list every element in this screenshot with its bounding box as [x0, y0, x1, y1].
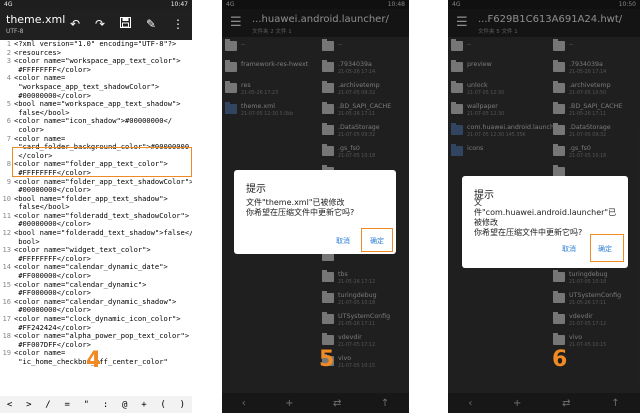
file-manager-screen-1: 4G 10:48 ☰ ...huawei.android.launcher/ 文…: [222, 0, 409, 413]
redo-icon[interactable]: ↷: [95, 17, 105, 31]
symbol-key[interactable]: ": [84, 400, 89, 410]
file-title: theme.xml: [6, 13, 66, 26]
highlight-box: [361, 228, 393, 252]
line-number: 19: [2, 348, 11, 358]
line-number: 9: [6, 176, 11, 186]
clock: 10:47: [170, 1, 188, 8]
dialog-title: 提示: [246, 184, 266, 195]
undo-icon[interactable]: ↶: [70, 17, 80, 31]
symbol-key[interactable]: :: [103, 400, 108, 410]
update-dialog: 提示 文件"theme.xml"已被修改 你希望在压缩文件中更新它吗? 取消 确…: [234, 170, 396, 254]
dialog-message-line: 文: [474, 198, 482, 207]
line-number: 10: [2, 193, 11, 203]
line-number: 12: [2, 228, 11, 238]
highlight-box: [12, 147, 192, 177]
line-number: 8: [6, 159, 11, 169]
dialog-message: 文 件"com.huawei.android.launcher"已 被修改 你希…: [474, 188, 616, 238]
dialog-message: 文件"theme.xml"已被修改 你希望在压缩文件中更新它吗?: [246, 198, 354, 218]
symbol-key[interactable]: /: [45, 400, 50, 410]
line-number: 18: [2, 331, 11, 341]
step-number: 4: [86, 348, 102, 373]
more-icon[interactable]: ⋮: [172, 17, 184, 31]
signal-indicator: 4G: [4, 1, 13, 8]
symbol-key[interactable]: ): [180, 400, 185, 410]
dialog-message-line: 件"com.huawei.android.launcher"已: [474, 208, 617, 217]
file-manager-screen-2: 4G 10:50 ☰ ...F629B1C613A691A24.hwt/ 文件夹…: [448, 0, 640, 413]
line-number: 6: [6, 116, 11, 126]
editor-toolbar: theme.xml UTF-8 ↶ ↷ ✎ ⋮: [0, 9, 192, 40]
step-number: 6: [552, 347, 568, 372]
editor-screen: 4G 10:47 theme.xml UTF-8 ↶ ↷ ✎ ⋮ 1 <?xml …: [0, 0, 192, 413]
edit-icon[interactable]: ✎: [146, 17, 156, 31]
cancel-button[interactable]: 取消: [562, 244, 576, 254]
symbol-key[interactable]: @: [122, 400, 127, 410]
symbol-keybar: < > / = ": @ + (): [0, 396, 192, 413]
line-number: 7: [6, 133, 11, 143]
code-editor[interactable]: 1 <?xml version="1.0" encoding="UTF-8"?> 2…: [0, 39, 192, 367]
line-number: 16: [2, 296, 11, 306]
line-number: 15: [2, 279, 11, 289]
dialog-message-line: 你希望在压缩文件中更新它吗?: [246, 208, 355, 217]
line-number: 11: [2, 210, 11, 220]
status-bar: 4G 10:47: [0, 0, 192, 9]
line-number: 13: [2, 245, 11, 255]
line-number: 17: [2, 314, 11, 323]
line-number: 5: [6, 99, 11, 109]
symbol-key[interactable]: >: [26, 400, 31, 410]
code-text: <bool name="folderadd_text_shadow">false…: [14, 228, 192, 238]
line-number: 3: [6, 56, 11, 66]
dialog-message-line: 文件"theme.xml"已被修改: [246, 198, 345, 207]
cancel-button[interactable]: 取消: [336, 236, 350, 246]
step-number: 5: [319, 347, 335, 372]
dialog-message-line: 被修改: [474, 218, 498, 227]
file-encoding: UTF-8: [6, 28, 24, 35]
symbol-key[interactable]: (: [160, 400, 165, 410]
line-number: 4: [6, 73, 11, 83]
line-number: 14: [2, 262, 11, 272]
save-icon[interactable]: [120, 17, 131, 31]
update-dialog: 提示 文 件"com.huawei.android.launcher"已 被修改…: [462, 176, 628, 268]
symbol-key[interactable]: =: [64, 400, 69, 410]
highlight-box: [590, 234, 624, 262]
symbol-key[interactable]: +: [141, 400, 146, 410]
symbol-key[interactable]: <: [7, 400, 12, 410]
